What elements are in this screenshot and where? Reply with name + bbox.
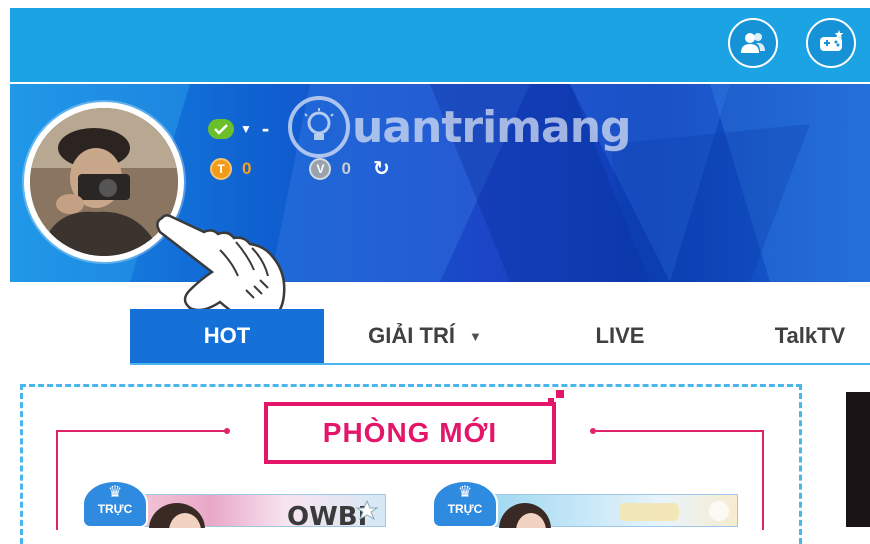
status-dropdown-icon[interactable]: ▼: [240, 122, 252, 136]
top-bar: [10, 8, 870, 82]
section-title-box: PHÒNG MỚI: [264, 402, 556, 464]
gamepad-icon: [820, 30, 844, 51]
v-coin-balance: 0: [341, 158, 351, 178]
friends-icon: [741, 33, 765, 53]
crown-icon: ♛: [457, 484, 473, 501]
online-status-icon[interactable]: [208, 119, 234, 139]
category-nav: HOT GIẢI TRÍ ▼ LIVE TalkTV: [130, 309, 870, 365]
t-coin-icon: T: [210, 157, 232, 180]
room-thumbnail[interactable]: OWBI: [136, 494, 386, 544]
tab-giai-tri[interactable]: GIẢI TRÍ ▼: [330, 309, 520, 363]
currency-row: T 0 V 0 ↻: [210, 156, 390, 181]
tab-giai-tri-label: GIẢI TRÍ: [368, 323, 455, 348]
lightbulb-icon: [288, 96, 350, 158]
tab-talktv-label: TalkTV: [774, 323, 846, 348]
frame-dot-right: [590, 428, 596, 434]
crown-icon: ♛: [107, 484, 123, 501]
friends-button[interactable]: [728, 18, 778, 68]
section-title: PHÒNG MỚI: [322, 417, 498, 448]
status-separator: -: [261, 116, 270, 141]
chevron-down-icon: ▼: [468, 328, 482, 344]
watermark-logo: uantrimang: [288, 96, 632, 158]
watermark-text: uantrimang: [352, 101, 632, 153]
status-row: ▼ -: [208, 116, 269, 142]
side-video-panel[interactable]: [846, 392, 870, 527]
live-badge-label: TRỰC: [97, 502, 133, 516]
frame-dot-left: [224, 428, 230, 434]
tab-live-label: LIVE: [595, 323, 645, 348]
tab-hot-label: HOT: [203, 323, 251, 348]
t-coin-balance: 0: [242, 158, 252, 178]
live-badge: ♛ TRỰC: [432, 480, 498, 528]
room-thumbnail-image: OWBI: [149, 499, 379, 544]
games-button[interactable]: [806, 18, 856, 68]
live-badge-label: TRỰC: [447, 502, 483, 516]
refresh-icon[interactable]: ↻: [373, 156, 390, 181]
live-badge: ♛ TRỰC: [82, 480, 148, 528]
svg-text:OWBI: OWBI: [287, 502, 367, 528]
tab-hot[interactable]: HOT: [130, 309, 324, 363]
v-coin-icon: V: [309, 157, 332, 180]
tab-live[interactable]: LIVE: [550, 309, 690, 363]
room-thumbnail-image: [499, 501, 729, 544]
room-thumbnail[interactable]: [488, 494, 738, 544]
tab-talktv[interactable]: TalkTV: [750, 309, 870, 363]
